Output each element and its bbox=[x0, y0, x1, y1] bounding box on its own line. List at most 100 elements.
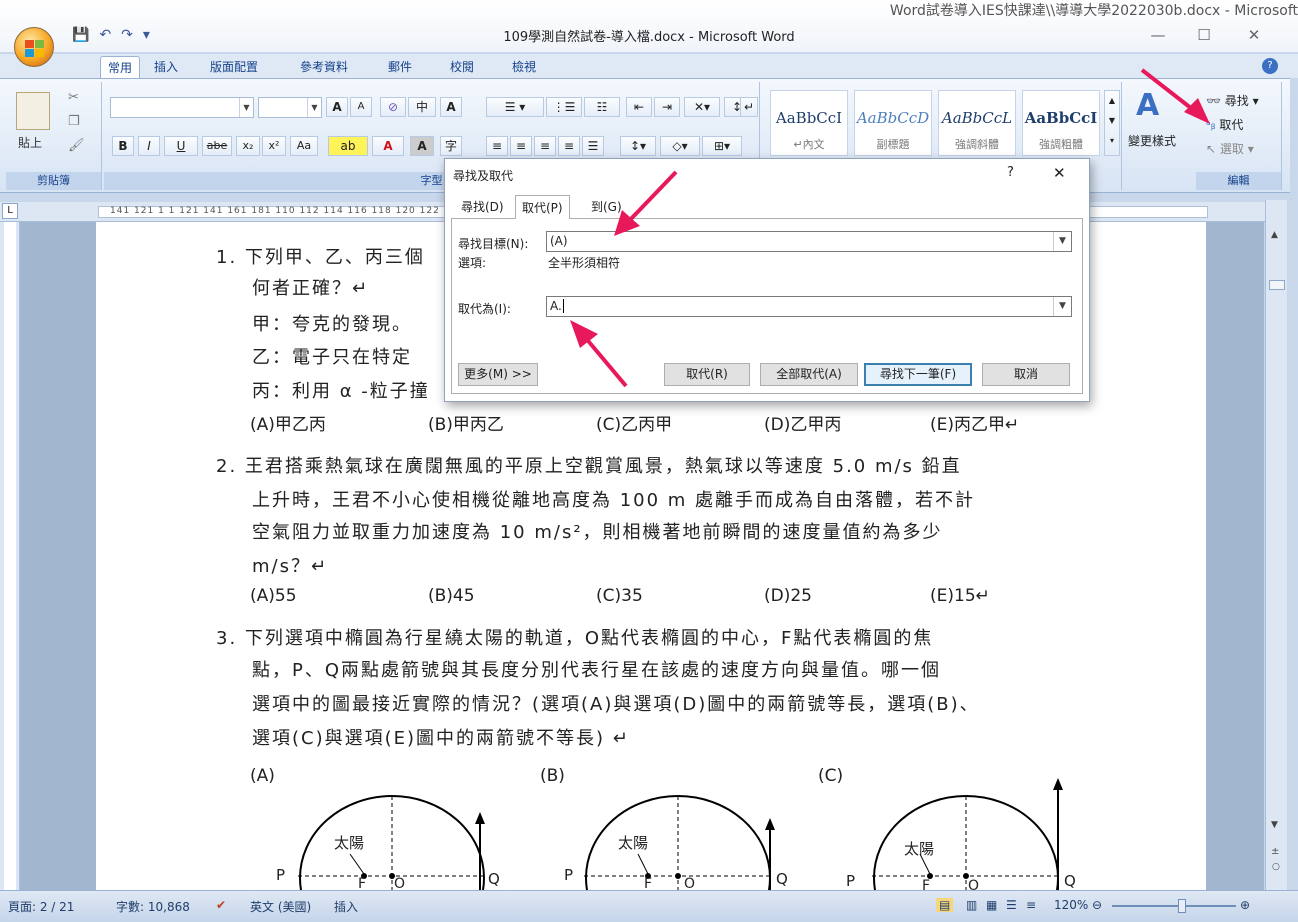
font-size-combo[interactable]: ▼ bbox=[258, 97, 322, 118]
copy-icon[interactable]: ❐ bbox=[68, 114, 80, 129]
proofing-icon[interactable]: ✔ bbox=[216, 898, 226, 912]
browse-object-icon[interactable]: ○ bbox=[1272, 862, 1280, 872]
tab-home[interactable]: 常用 bbox=[100, 56, 140, 78]
minimize-button[interactable]: — bbox=[1138, 24, 1178, 46]
status-words[interactable]: 字數: 10,868 bbox=[116, 898, 190, 915]
tab-insert[interactable]: 插入 bbox=[146, 56, 186, 78]
show-marks-button[interactable]: ↵ bbox=[740, 97, 758, 117]
draft-view-icon[interactable]: ≡ bbox=[1026, 898, 1036, 912]
print-layout-view-icon[interactable]: ▤ bbox=[936, 898, 954, 912]
phonetic-button[interactable]: 中 bbox=[408, 97, 436, 117]
web-view-icon[interactable]: ▦ bbox=[986, 898, 997, 912]
tab-references[interactable]: 參考資料 bbox=[292, 56, 356, 78]
bold-button[interactable]: B bbox=[112, 136, 134, 156]
dialog-tab-goto[interactable]: 到(G) bbox=[585, 195, 628, 219]
align-center-button[interactable]: ≡ bbox=[510, 136, 532, 156]
align-right-button[interactable]: ≡ bbox=[534, 136, 556, 156]
shading-button[interactable]: ◇▾ bbox=[660, 136, 700, 156]
highlight-button[interactable]: ab bbox=[328, 136, 368, 156]
status-page[interactable]: 頁面: 2 / 21 bbox=[8, 898, 74, 915]
font-color-button[interactable]: A bbox=[372, 136, 404, 156]
grow-font-button[interactable]: A bbox=[326, 97, 348, 117]
dialog-tab-replace[interactable]: 取代(P) bbox=[515, 195, 570, 219]
zoom-out-icon[interactable]: ⊖ bbox=[1092, 898, 1102, 912]
tab-page-layout[interactable]: 版面配置 bbox=[200, 56, 268, 78]
tab-mailings[interactable]: 郵件 bbox=[380, 56, 420, 78]
subscript-button[interactable]: x₂ bbox=[236, 136, 260, 156]
replace-all-button[interactable]: 全部取代(A) bbox=[760, 363, 858, 386]
change-case-button[interactable]: Aa bbox=[290, 136, 318, 156]
style-normal[interactable]: AaBbCcI ↵內文 bbox=[770, 90, 848, 156]
find-button[interactable]: 👓 尋找 ▾ bbox=[1206, 92, 1259, 109]
close-window-button[interactable]: ✕ bbox=[1234, 24, 1274, 46]
clear-format-icon[interactable]: ⊘ bbox=[380, 97, 406, 117]
status-language[interactable]: 英文 (美國) bbox=[250, 898, 311, 915]
char-shading-button[interactable]: A bbox=[410, 136, 434, 156]
enclose-char-button[interactable]: 字 bbox=[440, 136, 462, 156]
help-icon[interactable]: ? bbox=[1262, 58, 1278, 74]
italic-button[interactable]: I bbox=[138, 136, 160, 156]
tab-stop-icon[interactable]: L bbox=[2, 203, 18, 219]
vertical-scrollbar[interactable]: ▲ ▼ ± ○ bbox=[1265, 200, 1287, 890]
replace-with-input[interactable]: A. ▼ bbox=[546, 296, 1072, 317]
shrink-font-button[interactable]: A bbox=[350, 97, 372, 117]
zoom-slider-handle[interactable] bbox=[1178, 899, 1186, 913]
bullets-button[interactable]: ☰ ▾ bbox=[486, 97, 544, 117]
office-button[interactable] bbox=[14, 27, 54, 67]
more-button[interactable]: 更多(M) >> bbox=[458, 363, 538, 386]
paste-button[interactable]: 貼上 bbox=[18, 134, 42, 151]
font-name-combo[interactable]: ▼ bbox=[110, 97, 254, 118]
align-left-button[interactable]: ≡ bbox=[486, 136, 508, 156]
replace-with-value: A. bbox=[550, 299, 562, 313]
replace-button[interactable]: ᵃᵦ 取代 bbox=[1206, 116, 1243, 133]
dialog-close-button[interactable]: ✕ bbox=[1053, 164, 1066, 182]
tab-review[interactable]: 校閱 bbox=[442, 56, 482, 78]
format-painter-icon[interactable]: 🖌 bbox=[68, 138, 85, 153]
change-styles-icon[interactable]: A bbox=[1136, 88, 1159, 123]
underline-button[interactable]: U bbox=[164, 136, 198, 156]
superscript-button[interactable]: x² bbox=[262, 136, 286, 156]
paste-icon[interactable] bbox=[16, 92, 50, 130]
scroll-thumb[interactable] bbox=[1269, 280, 1285, 290]
style-strong[interactable]: AaBbCcI 強調粗體 bbox=[1022, 90, 1100, 156]
vertical-ruler[interactable] bbox=[0, 222, 20, 890]
scroll-down-icon[interactable]: ▼ bbox=[1271, 820, 1278, 830]
replace-button-dialog[interactable]: 取代(R) bbox=[664, 363, 750, 386]
chevron-down-icon[interactable]: ▼ bbox=[1053, 232, 1071, 251]
find-what-input[interactable]: (A) ▼ bbox=[546, 231, 1072, 252]
full-screen-view-icon[interactable]: ▥ bbox=[966, 898, 977, 912]
strikethrough-button[interactable]: abe bbox=[202, 136, 232, 156]
asian-layout-button[interactable]: ✕▾ bbox=[684, 97, 720, 117]
select-button[interactable]: ↖ 選取 ▾ bbox=[1206, 140, 1254, 157]
cancel-button[interactable]: 取消 bbox=[982, 363, 1070, 386]
borders-button[interactable]: ⊞▾ bbox=[702, 136, 742, 156]
status-insert-mode[interactable]: 插入 bbox=[334, 898, 358, 915]
chevron-down-icon[interactable]: ▼ bbox=[1053, 297, 1071, 316]
decrease-indent-button[interactable]: ⇤ bbox=[626, 97, 652, 117]
multilevel-list-button[interactable]: ☷ bbox=[584, 97, 620, 117]
numbering-button[interactable]: ⋮☰ bbox=[546, 97, 582, 117]
prev-page-icon[interactable]: ± bbox=[1271, 846, 1279, 857]
styles-scroll[interactable]: ▲ ▼ ▾ bbox=[1104, 90, 1120, 156]
zoom-slider[interactable] bbox=[1112, 905, 1236, 907]
dialog-help-button[interactable]: ? bbox=[1007, 165, 1014, 180]
tab-view[interactable]: 檢視 bbox=[504, 56, 544, 78]
distribute-button[interactable]: ☰ bbox=[582, 136, 604, 156]
justify-button[interactable]: ≡ bbox=[558, 136, 580, 156]
zoom-in-icon[interactable]: ⊕ bbox=[1240, 898, 1250, 912]
zoom-level[interactable]: 120% bbox=[1054, 898, 1088, 912]
line-spacing-button[interactable]: ↕▾ bbox=[620, 136, 656, 156]
dialog-tab-find[interactable]: 尋找(D) bbox=[455, 195, 510, 219]
scroll-up-icon[interactable]: ▲ bbox=[1271, 230, 1278, 240]
style-emphasis[interactable]: AaBbCcL 強調斜體 bbox=[938, 90, 1016, 156]
style-subtitle[interactable]: AaBbCcD 副標題 bbox=[854, 90, 932, 156]
outline-view-icon[interactable]: ☰ bbox=[1006, 898, 1017, 912]
char-border-button[interactable]: A bbox=[440, 97, 462, 117]
cut-icon[interactable]: ✂ bbox=[68, 90, 79, 105]
maximize-button[interactable]: ☐ bbox=[1184, 24, 1224, 46]
change-styles-button[interactable]: 變更樣式 bbox=[1128, 132, 1176, 149]
increase-indent-button[interactable]: ⇥ bbox=[654, 97, 680, 117]
find-next-button[interactable]: 尋找下一筆(F) bbox=[864, 363, 972, 386]
options-label: 選項: bbox=[458, 256, 487, 270]
dialog-title-bar[interactable]: 尋找及取代 ? ✕ bbox=[445, 159, 1089, 191]
